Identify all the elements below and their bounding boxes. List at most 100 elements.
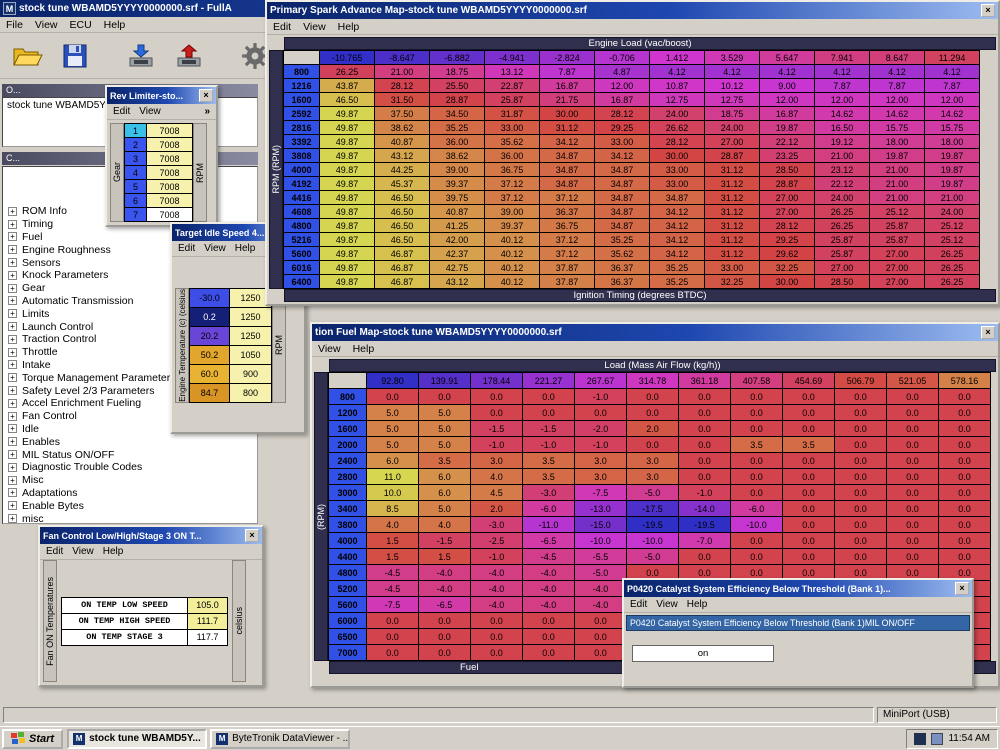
- map-value-cell[interactable]: 0.0: [731, 405, 783, 421]
- map-value-cell[interactable]: 34.87: [595, 205, 650, 219]
- map-value-cell[interactable]: 0.0: [471, 645, 523, 661]
- map-value-cell[interactable]: 1.5: [367, 533, 419, 549]
- map-value-cell[interactable]: 3.0: [627, 469, 679, 485]
- menu-item-view[interactable]: View: [303, 21, 326, 33]
- map-value-cell[interactable]: 49.87: [320, 177, 375, 191]
- rev-limiter-titlebar[interactable]: Rev Limiter-sto... ×: [107, 87, 216, 104]
- map-value-cell[interactable]: 49.87: [320, 191, 375, 205]
- map-value-cell[interactable]: 0.0: [627, 437, 679, 453]
- close-icon[interactable]: ×: [955, 582, 969, 595]
- idle-rpm-cell[interactable]: 1250: [230, 326, 272, 345]
- map-value-cell[interactable]: 31.12: [540, 121, 595, 135]
- load-header-cell[interactable]: 506.79: [835, 373, 887, 389]
- map-value-cell[interactable]: 1.5: [367, 549, 419, 565]
- map-value-cell[interactable]: 40.87: [375, 135, 430, 149]
- map-value-cell[interactable]: -4.0: [523, 581, 575, 597]
- map-value-cell[interactable]: 0.0: [731, 533, 783, 549]
- map-value-cell[interactable]: 0.0: [835, 405, 887, 421]
- map-value-cell[interactable]: 46.50: [375, 219, 430, 233]
- map-value-cell[interactable]: 0.0: [679, 549, 731, 565]
- expander-icon[interactable]: +: [8, 437, 17, 446]
- map-value-cell[interactable]: 3.5: [523, 469, 575, 485]
- map-value-cell[interactable]: 0.0: [731, 485, 783, 501]
- map-value-cell[interactable]: 1.5: [419, 549, 471, 565]
- map-value-cell[interactable]: 28.12: [375, 79, 430, 93]
- save-file-button[interactable]: [56, 37, 94, 75]
- map-value-cell[interactable]: 46.50: [320, 93, 375, 107]
- menu-item-edit[interactable]: Edit: [113, 106, 130, 117]
- map-value-cell[interactable]: 41.25: [430, 219, 485, 233]
- map-value-cell[interactable]: 3.5: [731, 437, 783, 453]
- map-value-cell[interactable]: 25.87: [870, 233, 925, 247]
- rpm-header-cell[interactable]: 3000: [329, 485, 367, 501]
- map-value-cell[interactable]: 0.0: [627, 389, 679, 405]
- map-value-cell[interactable]: 21.00: [870, 177, 925, 191]
- map-value-cell[interactable]: 21.75: [540, 93, 595, 107]
- rpm-value-cell[interactable]: 7008: [147, 208, 193, 222]
- map-value-cell[interactable]: 49.87: [320, 261, 375, 275]
- expander-icon[interactable]: +: [8, 501, 17, 510]
- map-value-cell[interactable]: 33.00: [650, 177, 705, 191]
- map-value-cell[interactable]: 21.00: [375, 65, 430, 79]
- expander-icon[interactable]: +: [8, 207, 17, 216]
- map-value-cell[interactable]: 10.87: [650, 79, 705, 93]
- expander-icon[interactable]: +: [8, 348, 17, 357]
- spark-map-titlebar[interactable]: Primary Spark Advance Map-stock tune WBA…: [267, 2, 998, 19]
- map-value-cell[interactable]: 0.0: [887, 469, 939, 485]
- map-value-cell[interactable]: 38.62: [430, 149, 485, 163]
- write-to-ecu-button[interactable]: [170, 37, 208, 75]
- map-value-cell[interactable]: 25.12: [925, 219, 980, 233]
- map-value-cell[interactable]: -11.0: [523, 517, 575, 533]
- map-value-cell[interactable]: 4.12: [705, 65, 760, 79]
- rpm-value-cell[interactable]: 7008: [147, 166, 193, 180]
- gear-cell[interactable]: 3: [125, 152, 147, 166]
- tree-item-enable-bytes[interactable]: +Enable Bytes: [3, 499, 257, 512]
- map-value-cell[interactable]: 31.12: [705, 163, 760, 177]
- map-value-cell[interactable]: -15.0: [575, 517, 627, 533]
- menu-item-help[interactable]: Help: [338, 21, 360, 33]
- map-value-cell[interactable]: 25.87: [815, 247, 870, 261]
- map-value-cell[interactable]: 37.87: [540, 275, 595, 289]
- rpm-header-cell[interactable]: 6016: [284, 261, 320, 275]
- map-value-cell[interactable]: -3.0: [471, 517, 523, 533]
- map-value-cell[interactable]: 39.00: [485, 205, 540, 219]
- map-value-cell[interactable]: 49.87: [320, 233, 375, 247]
- expander-icon[interactable]: +: [8, 245, 17, 254]
- map-value-cell[interactable]: 33.00: [705, 261, 760, 275]
- map-value-cell[interactable]: -7.5: [367, 597, 419, 613]
- fan-control-titlebar[interactable]: Fan Control Low/High/Stage 3 ON T... ×: [40, 527, 262, 544]
- map-value-cell[interactable]: 3.0: [575, 469, 627, 485]
- expander-icon[interactable]: +: [8, 488, 17, 497]
- map-value-cell[interactable]: 0.0: [679, 453, 731, 469]
- map-value-cell[interactable]: 28.12: [760, 219, 815, 233]
- map-value-cell[interactable]: 37.12: [485, 191, 540, 205]
- map-value-cell[interactable]: -4.5: [523, 549, 575, 565]
- rpm-header-cell[interactable]: 4000: [284, 163, 320, 177]
- map-value-cell[interactable]: 5.0: [367, 421, 419, 437]
- map-value-cell[interactable]: 28.12: [595, 107, 650, 121]
- map-value-cell[interactable]: 0.0: [419, 645, 471, 661]
- map-value-cell[interactable]: 36.37: [540, 205, 595, 219]
- taskbar-button[interactable]: MByteTronik DataViewer - ...: [210, 729, 350, 749]
- map-value-cell[interactable]: 4.0: [471, 469, 523, 485]
- map-value-cell[interactable]: -5.0: [627, 485, 679, 501]
- load-header-cell[interactable]: -2.824: [540, 51, 595, 65]
- map-value-cell[interactable]: 37.87: [540, 261, 595, 275]
- expander-icon[interactable]: +: [8, 296, 17, 305]
- map-value-cell[interactable]: 0.0: [783, 405, 835, 421]
- load-header-cell[interactable]: 454.69: [783, 373, 835, 389]
- rpm-header-cell[interactable]: 2800: [329, 469, 367, 485]
- rpm-header-cell[interactable]: 6000: [329, 613, 367, 629]
- map-value-cell[interactable]: 28.87: [705, 149, 760, 163]
- tree-item-adaptations[interactable]: +Adaptations: [3, 487, 257, 500]
- map-value-cell[interactable]: 49.87: [320, 219, 375, 233]
- rpm-header-cell[interactable]: 5600: [329, 597, 367, 613]
- map-value-cell[interactable]: 34.50: [430, 107, 485, 121]
- map-value-cell[interactable]: 0.0: [783, 485, 835, 501]
- map-value-cell[interactable]: -4.0: [471, 581, 523, 597]
- map-value-cell[interactable]: 15.75: [870, 121, 925, 135]
- map-value-cell[interactable]: 0.0: [835, 389, 887, 405]
- map-value-cell[interactable]: 37.12: [540, 191, 595, 205]
- rpm-header-cell[interactable]: 1600: [284, 93, 320, 107]
- menu-item-edit[interactable]: Edit: [178, 243, 195, 254]
